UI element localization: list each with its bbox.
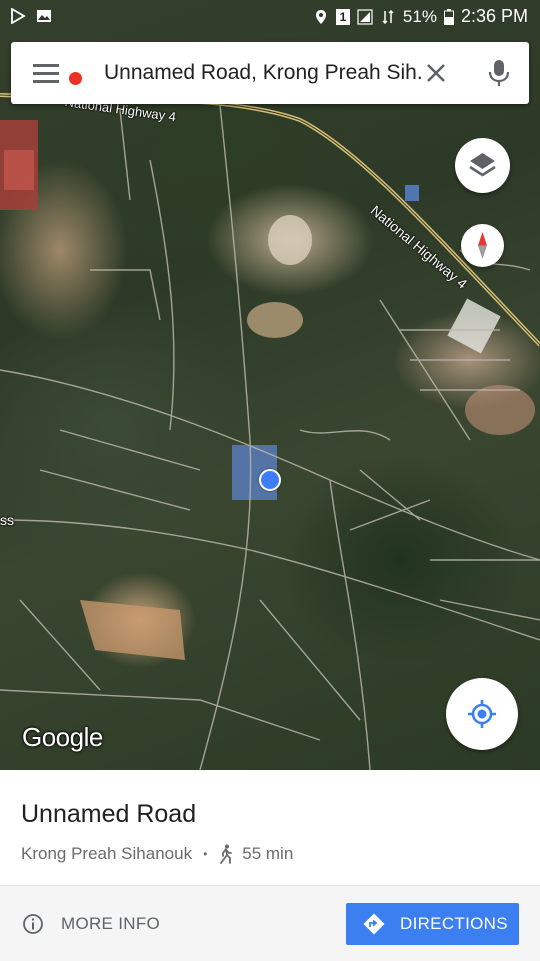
place-subtitle: Krong Preah Sihanouk • 55 min — [21, 844, 293, 864]
map-view[interactable]: National Highway 4 National Highway 4 ss… — [0, 0, 540, 770]
current-location-marker — [259, 469, 281, 491]
compass-button[interactable] — [461, 224, 504, 267]
battery-icon — [443, 8, 454, 25]
clear-icon[interactable] — [422, 59, 450, 87]
notification-dot — [69, 72, 82, 85]
walk-time: 55 min — [242, 844, 294, 863]
directions-label: DIRECTIONS — [400, 914, 508, 933]
data-transfer-icon — [382, 9, 394, 24]
battery-percent: 51% — [402, 6, 437, 26]
compass-icon — [478, 232, 487, 259]
microphone-icon[interactable] — [487, 58, 511, 88]
location-pin-icon — [315, 9, 326, 24]
walking-icon — [220, 844, 233, 864]
status-bar: 1 51% 2:36 PM — [0, 0, 540, 34]
clock: 2:36 PM — [460, 6, 528, 26]
place-title: Unnamed Road — [21, 800, 197, 828]
place-locality: Krong Preah Sihanouk — [21, 844, 193, 863]
layers-icon — [469, 153, 496, 177]
sim-badge: 1 — [335, 8, 350, 25]
search-input[interactable]: Unnamed Road, Krong Preah Sih... — [104, 61, 424, 85]
more-info-button[interactable]: MORE INFO — [22, 913, 160, 935]
road-label: ss — [0, 512, 14, 528]
place-sheet[interactable]: Unnamed Road Krong Preah Sihanouk • 55 m… — [0, 770, 540, 961]
directions-button[interactable]: DIRECTIONS — [346, 903, 519, 945]
layers-button[interactable] — [455, 138, 510, 193]
more-info-label: MORE INFO — [61, 914, 161, 933]
info-icon — [23, 914, 43, 934]
directions-icon — [363, 913, 385, 935]
signal-icon — [357, 8, 373, 25]
google-logo: Google — [22, 722, 103, 752]
search-bar[interactable]: Unnamed Road, Krong Preah Sih... — [11, 42, 529, 104]
separator: • — [203, 847, 208, 861]
action-bar: MORE INFO DIRECTIONS — [0, 885, 540, 961]
menu-button[interactable] — [29, 58, 82, 88]
gallery-icon — [37, 10, 51, 22]
my-location-button[interactable] — [446, 678, 518, 750]
my-location-icon — [468, 700, 496, 728]
satellite-imagery — [0, 93, 540, 770]
play-store-icon — [11, 8, 26, 24]
